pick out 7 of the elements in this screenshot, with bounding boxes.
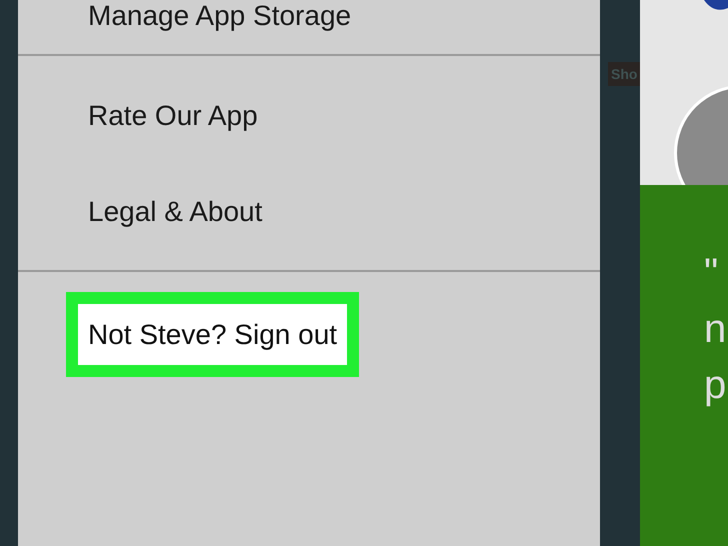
menu-item[interactable]: Rate Our App — [88, 100, 258, 132]
card-text: " — [704, 251, 718, 295]
menu-item[interactable]: Legal & About — [88, 196, 262, 228]
card-text: p — [704, 363, 726, 407]
card-text: n — [704, 307, 726, 351]
menu-item[interactable]: Manage App Storage — [88, 0, 352, 32]
sign-out-link[interactable]: Not Steve? Sign out — [66, 292, 360, 377]
